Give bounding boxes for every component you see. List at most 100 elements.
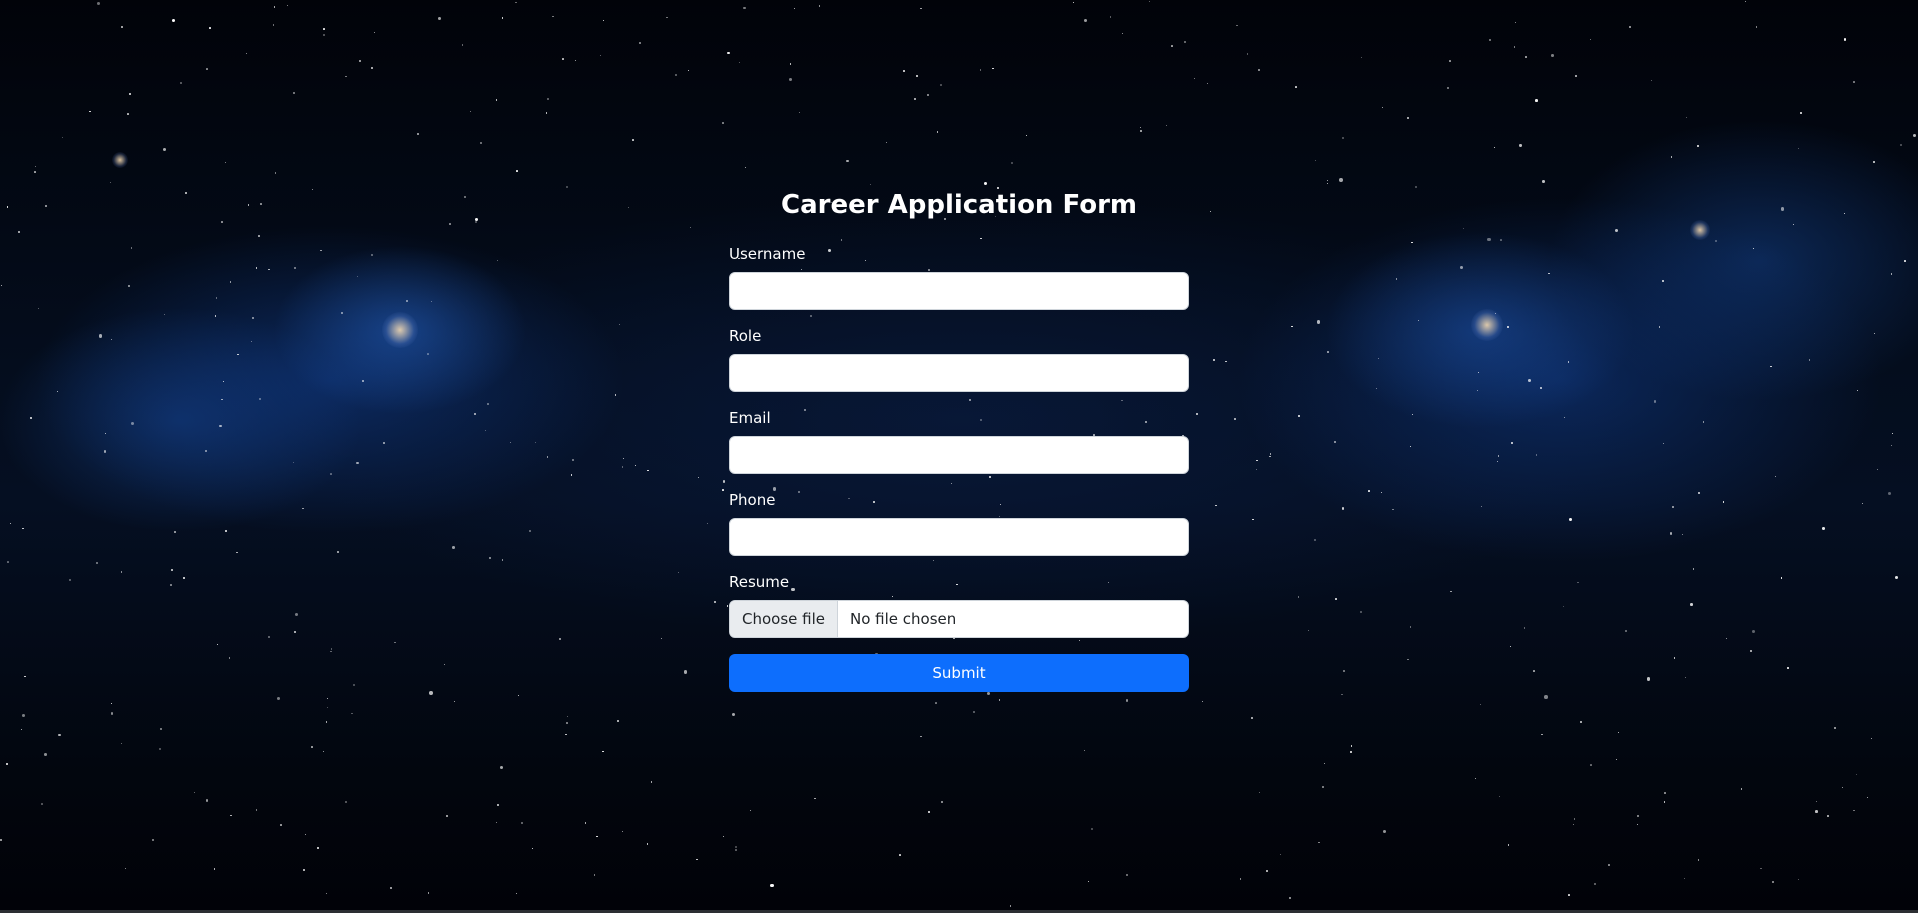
star — [565, 186, 568, 189]
star — [1509, 646, 1511, 648]
star — [1663, 800, 1666, 803]
star — [1590, 764, 1592, 766]
star — [666, 16, 669, 19]
star — [1535, 454, 1537, 456]
star — [1327, 351, 1329, 354]
star — [723, 835, 725, 837]
star — [565, 733, 568, 736]
choose-file-button[interactable]: Choose file — [730, 601, 838, 637]
star — [383, 442, 385, 444]
star — [1574, 75, 1577, 78]
star — [646, 842, 649, 845]
star — [1326, 182, 1329, 185]
star — [1360, 57, 1362, 59]
star — [1594, 883, 1597, 886]
star — [1683, 877, 1685, 879]
phone-input[interactable] — [729, 518, 1189, 556]
star — [1269, 452, 1272, 455]
star — [600, 54, 602, 56]
star — [1751, 629, 1755, 633]
star — [499, 766, 503, 770]
star — [160, 727, 163, 730]
star — [451, 546, 455, 550]
star — [130, 421, 135, 426]
star — [6, 206, 9, 208]
star — [1350, 751, 1352, 754]
star — [1661, 279, 1664, 282]
star — [1252, 518, 1255, 521]
star — [312, 189, 314, 191]
star — [215, 297, 218, 299]
star — [209, 27, 211, 29]
star — [722, 480, 726, 483]
email-input[interactable] — [729, 436, 1189, 474]
star — [443, 663, 445, 665]
username-input[interactable] — [729, 272, 1189, 310]
star — [714, 600, 717, 603]
star — [1009, 905, 1012, 907]
star — [62, 136, 64, 139]
star — [1876, 469, 1878, 471]
star — [1084, 749, 1086, 752]
star — [1497, 455, 1500, 457]
star — [998, 699, 1001, 702]
star — [1755, 26, 1758, 28]
star — [1171, 45, 1173, 47]
star — [1350, 745, 1352, 747]
star — [405, 300, 408, 303]
star-glow — [1690, 220, 1710, 240]
star — [183, 577, 186, 579]
star — [1568, 894, 1570, 896]
star — [229, 281, 232, 284]
star — [473, 413, 476, 416]
star — [1528, 379, 1532, 383]
star — [1341, 507, 1345, 510]
star — [326, 893, 328, 895]
role-label: Role — [729, 327, 762, 345]
star — [480, 141, 483, 144]
star — [1341, 693, 1343, 696]
star — [371, 67, 374, 70]
star — [1513, 45, 1516, 48]
star — [1614, 228, 1618, 232]
submit-button[interactable]: Submit — [729, 654, 1189, 692]
star — [353, 683, 356, 686]
star — [487, 403, 489, 405]
star — [438, 17, 441, 21]
phone-field-group: Phone — [729, 490, 1189, 556]
star — [1125, 699, 1129, 703]
star — [95, 561, 98, 564]
star — [171, 569, 174, 572]
star — [21, 714, 25, 718]
star — [1110, 16, 1112, 18]
star — [1894, 575, 1898, 579]
star — [1722, 501, 1725, 503]
star — [158, 748, 161, 751]
star — [1359, 610, 1363, 613]
star — [1407, 116, 1409, 119]
star — [1548, 272, 1550, 275]
star — [1488, 39, 1491, 42]
star — [230, 814, 232, 816]
star — [1913, 133, 1917, 138]
star — [1692, 568, 1695, 570]
star — [1315, 160, 1317, 162]
star — [1322, 785, 1325, 788]
star — [185, 192, 188, 195]
star — [1307, 629, 1309, 631]
star — [326, 706, 328, 708]
star — [1663, 442, 1665, 444]
star — [1843, 38, 1846, 41]
resume-file-input[interactable]: Choose file No file chosen — [729, 600, 1189, 638]
star — [1873, 332, 1875, 334]
star — [1750, 650, 1753, 653]
star — [17, 231, 20, 234]
star — [899, 854, 901, 856]
star — [272, 24, 275, 26]
star — [1493, 146, 1496, 149]
star — [914, 98, 916, 101]
star — [216, 643, 218, 645]
star — [1725, 637, 1728, 640]
role-input[interactable] — [729, 354, 1189, 392]
star — [1258, 69, 1261, 72]
